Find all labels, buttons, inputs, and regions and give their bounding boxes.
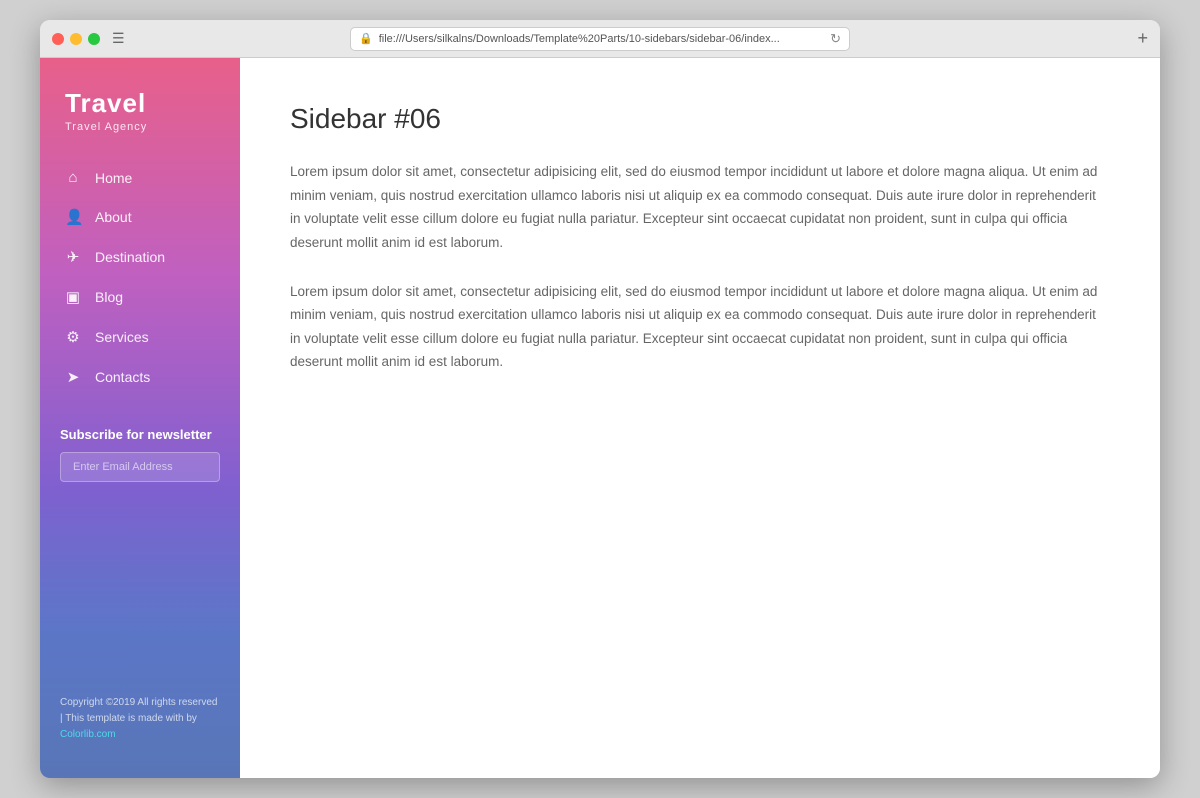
- brand-subtitle: Travel Agency: [65, 121, 215, 133]
- subscribe-label: Subscribe for newsletter: [60, 427, 220, 442]
- sidebar-item-label: Blog: [95, 289, 123, 305]
- refresh-button[interactable]: ↻: [830, 31, 841, 47]
- page-layout: Travel Travel Agency ⌂ Home 👤 About ✈ De…: [40, 58, 1160, 778]
- sidebar-item-services[interactable]: ⚙ Services: [40, 317, 240, 357]
- sidebar: Travel Travel Agency ⌂ Home 👤 About ✈ De…: [40, 58, 240, 778]
- paragraph-2: Lorem ipsum dolor sit amet, consectetur …: [290, 280, 1110, 375]
- email-input[interactable]: [60, 452, 220, 482]
- sidebar-nav: ⌂ Home 👤 About ✈ Destination ▣ Blog ⚙: [40, 158, 240, 397]
- sidebar-footer: Copyright ©2019 All rights reserved | Th…: [40, 680, 240, 758]
- browser-dots: [52, 33, 100, 45]
- browser-titlebar: ☰ 🔒 file:///Users/silkalns/Downloads/Tem…: [40, 20, 1160, 58]
- footer-text: Copyright ©2019 All rights reserved | Th…: [60, 697, 217, 724]
- lock-icon: 🔒: [359, 32, 373, 45]
- home-icon: ⌂: [65, 169, 81, 186]
- colorlib-link[interactable]: Colorlib.com: [60, 729, 116, 740]
- minimize-button[interactable]: [70, 33, 82, 45]
- sidebar-item-destination[interactable]: ✈ Destination: [40, 237, 240, 277]
- address-bar[interactable]: 🔒 file:///Users/silkalns/Downloads/Templ…: [350, 27, 850, 51]
- gear-icon: ⚙: [65, 328, 81, 346]
- sidebar-item-label: Contacts: [95, 369, 150, 385]
- sidebar-item-label: Services: [95, 329, 149, 345]
- browser-menu-icon: ☰: [112, 30, 125, 47]
- paragraph-1: Lorem ipsum dolor sit amet, consectetur …: [290, 160, 1110, 255]
- sidebar-item-label: Home: [95, 170, 132, 186]
- main-content: Sidebar #06 Lorem ipsum dolor sit amet, …: [240, 58, 1160, 778]
- sidebar-item-about[interactable]: 👤 About: [40, 197, 240, 237]
- browser-window: ☰ 🔒 file:///Users/silkalns/Downloads/Tem…: [40, 20, 1160, 778]
- blog-icon: ▣: [65, 288, 81, 306]
- sidebar-item-label: Destination: [95, 249, 165, 265]
- address-text: file:///Users/silkalns/Downloads/Templat…: [379, 33, 824, 45]
- send-icon: ➤: [65, 368, 81, 386]
- sidebar-item-label: About: [95, 209, 132, 225]
- sidebar-brand: Travel Travel Agency: [40, 88, 240, 158]
- brand-title: Travel: [65, 88, 215, 119]
- plane-icon: ✈: [65, 248, 81, 266]
- user-icon: 👤: [65, 208, 81, 226]
- close-button[interactable]: [52, 33, 64, 45]
- add-tab-button[interactable]: +: [1137, 28, 1148, 49]
- sidebar-item-home[interactable]: ⌂ Home: [40, 158, 240, 197]
- page-title: Sidebar #06: [290, 103, 1110, 135]
- sidebar-item-contacts[interactable]: ➤ Contacts: [40, 357, 240, 397]
- subscribe-section: Subscribe for newsletter: [40, 427, 240, 482]
- sidebar-item-blog[interactable]: ▣ Blog: [40, 277, 240, 317]
- maximize-button[interactable]: [88, 33, 100, 45]
